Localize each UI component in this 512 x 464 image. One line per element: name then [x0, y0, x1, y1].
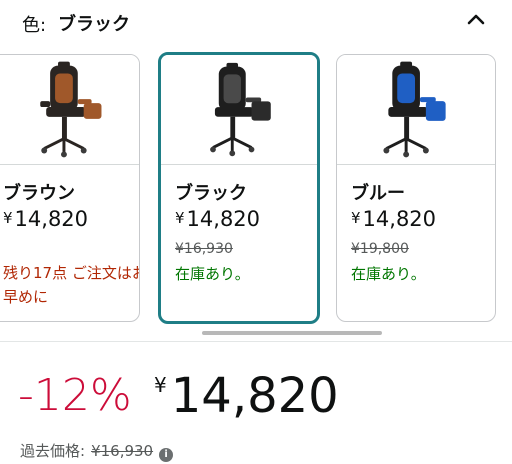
past-price-label: 過去価格:	[20, 442, 86, 460]
product-image	[337, 55, 495, 165]
color-swatch-list: ブラウン ¥14,820 残り17点 ご注文はお早めに ブラック ¥14,820…	[0, 52, 512, 326]
in-stock-message: 在庫あり。	[351, 265, 426, 283]
current-price: ¥14,820	[154, 368, 339, 424]
swatch-name: ブルー	[351, 183, 405, 204]
swatch-old-price: ¥16,930	[175, 241, 233, 257]
in-stock-message: 在庫あり。	[175, 265, 250, 283]
blue-gaming-chair-image	[383, 61, 446, 158]
color-label: 色:	[22, 15, 47, 36]
past-price-row: 過去価格: ¥16,930 i	[20, 440, 174, 462]
swatch-price: ¥14,820	[3, 207, 89, 231]
swatch-name: ブラック	[175, 183, 247, 204]
low-stock-message: 残り17点 ご注文はお早めに	[3, 264, 140, 306]
past-price-value: ¥16,930	[91, 442, 154, 460]
discount-percentage: -12%	[18, 370, 132, 421]
horizontal-scrollbar[interactable]	[202, 331, 382, 335]
black-gaming-chair-image	[210, 62, 271, 157]
swatch-card-black[interactable]: ブラック ¥14,820 ¥16,930 在庫あり。	[158, 52, 320, 324]
brown-gaming-chair-image	[40, 61, 102, 158]
product-image	[161, 55, 317, 165]
variant-selector-screen: 色: ブラック ブラウン ¥14,820 残り17点 ご注文はお早めに ブラック…	[0, 0, 512, 464]
section-divider	[0, 341, 512, 342]
chevron-up-icon[interactable]	[462, 8, 490, 32]
swatch-price: ¥14,820	[175, 207, 261, 231]
swatch-card-blue[interactable]: ブルー ¥14,820 ¥19,800 在庫あり。	[336, 54, 496, 322]
swatch-name: ブラウン	[3, 183, 75, 204]
product-image	[0, 55, 139, 165]
info-icon[interactable]: i	[159, 448, 174, 462]
swatch-card-brown[interactable]: ブラウン ¥14,820 残り17点 ご注文はお早めに	[0, 54, 140, 322]
swatch-price: ¥14,820	[351, 207, 437, 231]
swatch-old-price: ¥19,800	[351, 241, 409, 257]
color-header[interactable]: 色: ブラック	[0, 0, 512, 44]
selected-color-value: ブラック	[58, 14, 130, 35]
